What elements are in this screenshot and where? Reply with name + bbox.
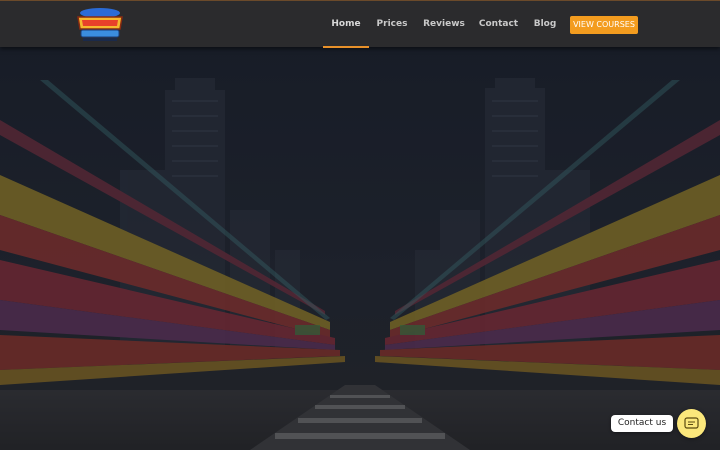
site-header: Home Prices Reviews Contact Blog VIEW CO… — [0, 0, 720, 48]
light-trails-image — [0, 0, 720, 450]
contact-chat-button[interactable] — [677, 409, 706, 438]
chat-bubble-icon — [684, 417, 699, 429]
nav-prices[interactable]: Prices — [373, 1, 411, 48]
contact-us-label[interactable]: Contact us — [611, 415, 673, 432]
nav-blog[interactable]: Blog — [530, 1, 560, 48]
site-logo[interactable] — [74, 7, 126, 43]
nav-contact[interactable]: Contact — [476, 1, 521, 48]
view-courses-button[interactable]: VIEW COURSES — [570, 16, 638, 34]
nav-home[interactable]: Home — [323, 1, 369, 48]
nav-reviews[interactable]: Reviews — [420, 1, 468, 48]
crash-courses-logo-icon — [77, 8, 123, 41]
hero-background — [0, 0, 720, 450]
